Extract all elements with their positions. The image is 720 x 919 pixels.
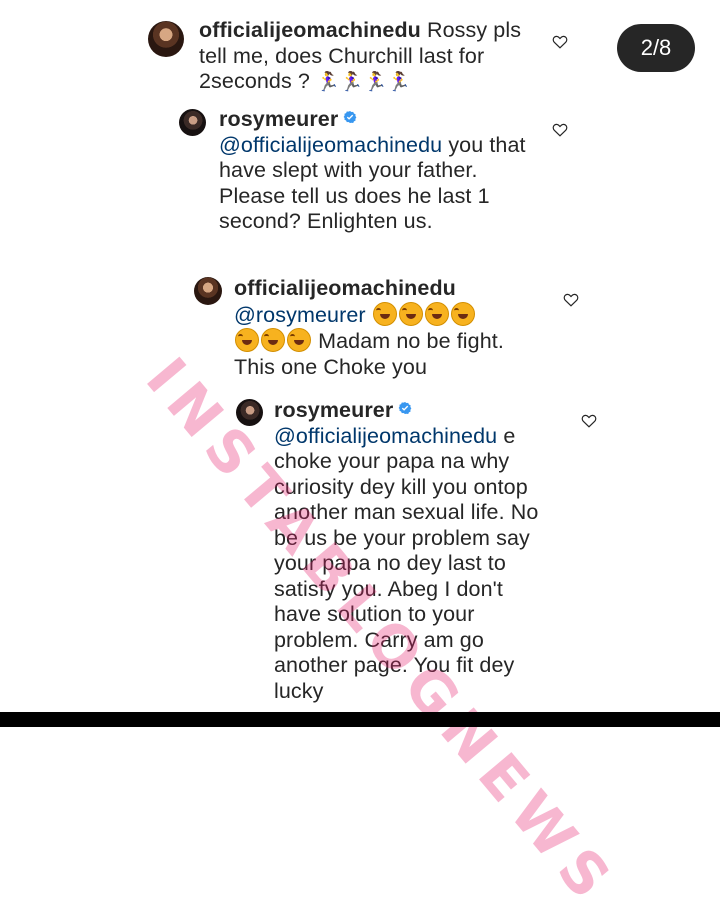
verified-badge-icon: [398, 402, 412, 414]
laughing-emoji-icon: [398, 301, 423, 326]
heart-icon[interactable]: [581, 413, 597, 428]
comment-text: rosymeurer @officialijeomachinedu e chok…: [274, 398, 552, 704]
heart-icon[interactable]: [552, 34, 568, 49]
comment-text: officialijeomachinedu @rosymeurer 😂😂😂😂😂😂…: [234, 276, 544, 380]
heart-icon[interactable]: [552, 122, 568, 137]
profile-avatar[interactable]: [194, 277, 222, 305]
comment-mention[interactable]: @officialijeomachinedu: [274, 424, 497, 448]
verified-badge-icon: [343, 111, 357, 123]
comment-username[interactable]: rosymeurer: [219, 107, 338, 131]
comment-text: rosymeurer @officialijeomachinedu you th…: [219, 107, 529, 235]
comment-body: e choke your papa na why curiosity dey k…: [274, 423, 539, 703]
laughing-emoji-icon: [372, 301, 397, 326]
page-indicator: 2/8: [617, 24, 695, 72]
comment-text: officialijeomachinedu Rossy pls tell me,…: [199, 18, 529, 96]
laughing-emoji-icon: [450, 301, 475, 326]
profile-avatar[interactable]: [179, 109, 206, 136]
comment-username[interactable]: officialijeomachinedu: [199, 18, 421, 42]
comment-username[interactable]: rosymeurer: [274, 398, 393, 422]
comment-mention[interactable]: @officialijeomachinedu: [219, 133, 442, 157]
comment-mention[interactable]: @rosymeurer: [234, 303, 366, 327]
profile-avatar[interactable]: [236, 399, 263, 426]
heart-icon[interactable]: [563, 292, 579, 307]
laughing-emoji-icon: [424, 301, 449, 326]
runner-emoji: 🏃‍♀️🏃‍♀️🏃‍♀️🏃‍♀️: [316, 71, 412, 93]
profile-avatar[interactable]: [148, 21, 184, 57]
laughing-emoji-icon: [235, 328, 259, 352]
comment-username[interactable]: officialijeomachinedu: [234, 276, 456, 300]
bottom-black-bar: [0, 712, 720, 727]
laughing-emoji-icon: [287, 328, 311, 352]
laughing-emoji-icon: [261, 328, 285, 352]
